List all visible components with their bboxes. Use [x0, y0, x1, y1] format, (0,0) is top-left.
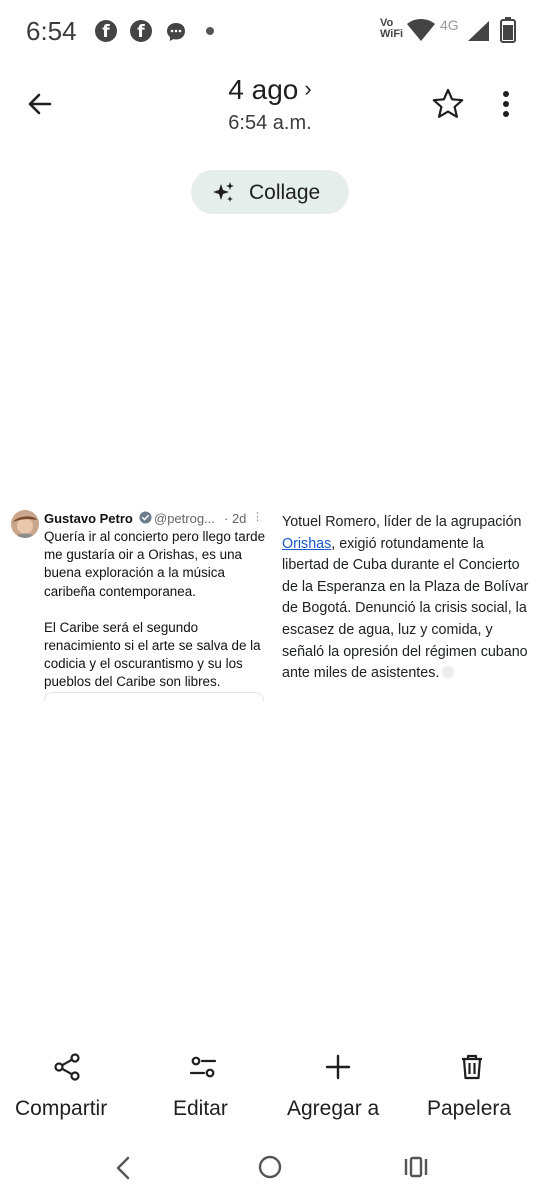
collage-label: Collage [249, 181, 321, 204]
facebook-icon: f [95, 20, 117, 42]
tweet-card: Gustavo Petro @petrog... · 2d ⋮ Quería i… [2, 500, 268, 701]
tweet-handle: @petrog... [154, 511, 215, 526]
vowifi-indicator: Vo WiFi [380, 18, 403, 40]
tweet-author-name: Gustavo Petro [44, 511, 133, 526]
status-bar: 6:54 f f Vo WiFi 4G [0, 0, 540, 64]
signal-icon [468, 21, 489, 41]
more-vert-icon[interactable] [494, 86, 518, 122]
photo-time: 6:54 a.m. [228, 112, 312, 134]
tweet-body: Quería ir al concierto pero llego tarde … [44, 528, 266, 710]
plus-icon [325, 1054, 351, 1080]
photo-viewer[interactable]: Gustavo Petro @petrog... · 2d ⋮ Quería i… [0, 500, 540, 701]
article-text-before: Yotuel Romero, líder de la agrupación [282, 514, 522, 530]
messenger-icon [167, 23, 185, 41]
dot-icon [206, 27, 214, 35]
share-label: Compartir [15, 1097, 108, 1120]
edit-sliders-icon [189, 1056, 217, 1078]
sparkle-icon [213, 182, 234, 202]
bottom-actions: Compartir Editar Agregar a Papelera [0, 1045, 540, 1135]
edit-label: Editar [173, 1097, 228, 1120]
network-type: 4G [440, 17, 459, 33]
collage-button[interactable]: Collage [191, 170, 349, 214]
tweet-more-icon: ⋮ [252, 511, 263, 523]
photo-details-title[interactable]: 4 ago › 6:54 a.m. [170, 74, 370, 135]
nav-recents-icon[interactable] [402, 1154, 430, 1180]
photo-date: 4 ago [228, 74, 299, 105]
system-nav-bar [0, 1140, 540, 1200]
tweet-time: · 2d [224, 511, 247, 526]
avatar [11, 510, 39, 538]
article-text: Yotuel Romero, líder de la agrupación Or… [282, 512, 532, 685]
tweet-paragraph: El Caribe será el segundo renacimiento s… [44, 619, 261, 690]
share-button[interactable]: Compartir [10, 1045, 125, 1135]
add-to-label: Agregar a [287, 1097, 380, 1120]
back-arrow-icon[interactable] [20, 84, 60, 124]
edit-button[interactable]: Editar [165, 1045, 245, 1135]
status-time: 6:54 [26, 16, 77, 46]
trash-icon [462, 1054, 482, 1080]
top-app-bar: 4 ago › 6:54 a.m. [0, 64, 540, 154]
tweet-paragraph: Quería ir al concierto pero llego tarde … [44, 529, 266, 599]
article-link: Orishas [282, 535, 332, 552]
link-icon [442, 666, 455, 679]
chevron-right-icon: › [304, 76, 312, 101]
verified-badge-icon [139, 511, 152, 524]
wifi-icon [407, 19, 435, 41]
star-icon[interactable] [430, 86, 466, 122]
trash-button[interactable]: Papelera [422, 1045, 527, 1135]
battery-icon [500, 17, 516, 43]
share-icon [54, 1053, 80, 1081]
add-to-button[interactable]: Agregar a [282, 1045, 394, 1135]
trash-label: Papelera [427, 1097, 512, 1120]
nav-home-icon[interactable] [257, 1154, 283, 1180]
tweet-quote-card [44, 692, 264, 701]
article-text-after: , exigió rotundamente la libertad de Cub… [282, 535, 529, 682]
nav-back-icon[interactable] [112, 1154, 136, 1182]
facebook-icon: f [130, 20, 152, 42]
vowifi-line2: WiFi [380, 28, 404, 40]
